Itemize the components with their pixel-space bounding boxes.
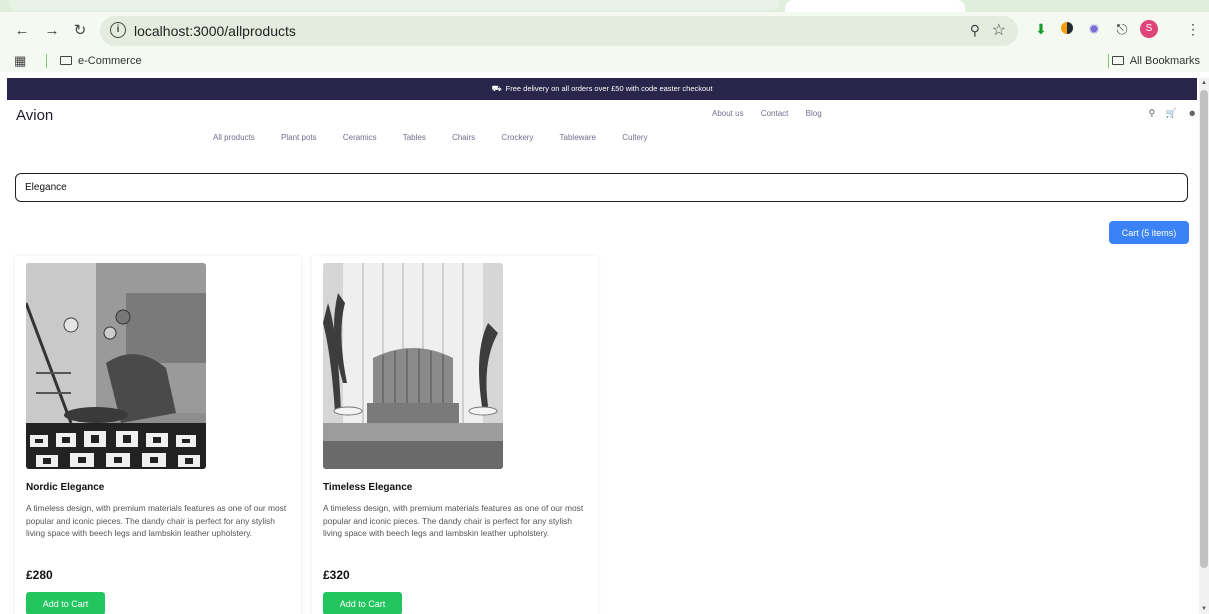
download-icon[interactable]: ⬇ [1033,21,1049,37]
cart-button[interactable]: Cart (5 items) [1109,221,1189,244]
back-icon[interactable]: ← [12,21,32,41]
zoom-icon[interactable]: ⚲ [970,22,980,39]
puzzle-icon[interactable]: ⎋ [1114,21,1130,37]
category-chairs[interactable]: Chairs [452,133,475,142]
product-image[interactable] [323,263,503,469]
nav-contact[interactable]: Contact [761,109,789,118]
folder-icon [60,56,72,65]
promo-text: Free delivery on all orders over £50 wit… [505,84,713,93]
scrollbar-thumb[interactable] [1200,90,1208,568]
extension-icon[interactable] [1059,21,1075,37]
nav-blog[interactable]: Blog [806,109,822,118]
truck-icon: ⛟ [491,84,502,93]
divider [46,54,47,68]
bookmark-label: e-Commerce [78,55,142,67]
tab-inactive[interactable] [8,0,780,10]
product-card: Nordic Elegance A timeless design, with … [15,256,301,614]
menu-icon[interactable]: ⋮ [1185,21,1201,37]
tab-active[interactable] [785,0,965,12]
product-name[interactable]: Timeless Elegance [323,482,412,493]
divider [1108,54,1109,68]
forward-icon[interactable]: → [42,21,62,41]
scroll-down-icon[interactable]: ▼ [1201,606,1207,612]
reload-icon[interactable]: ↻ [70,21,90,41]
header-icons: ⚲ 🛒 ☻ [1141,108,1197,119]
bookmark-label: All Bookmarks [1129,55,1200,67]
category-nav: All products Plant pots Ceramics Tables … [213,133,672,142]
brand-logo[interactable]: Avion [16,107,53,124]
apps-icon[interactable]: ▦ [14,53,26,69]
bookmark-all[interactable]: All Bookmarks [1111,55,1200,67]
avatar[interactable]: S [1140,20,1158,38]
category-cultery[interactable]: Cultery [622,133,647,142]
scrollbar[interactable]: ▲ ▼ [1199,78,1209,614]
extension-icon[interactable]: ✹ [1086,21,1102,37]
category-ceramics[interactable]: Ceramics [343,133,377,142]
product-name[interactable]: Nordic Elegance [26,482,104,493]
browser-toolbar: ← → ↻ i localhost:3000/allproducts ⚲ ☆ [0,12,1209,50]
product-card: Timeless Elegance A timeless design, wit… [312,256,598,614]
product-image[interactable] [26,263,206,469]
product-price: £280 [26,568,53,582]
nav-about[interactable]: About us [712,109,744,118]
bookmarks-bar: ▦ e-Commerce All Bookmarks [0,50,1209,72]
category-tables[interactable]: Tables [403,133,426,142]
folder-icon [1111,56,1124,65]
promo-banner: ⛟ Free delivery on all orders over £50 wi… [7,78,1197,100]
star-icon[interactable]: ☆ [992,20,1006,40]
top-nav: About us Contact Blog [712,109,837,118]
add-to-cart-button[interactable]: Add to Cart [323,592,402,614]
scroll-up-icon[interactable]: ▲ [1201,80,1207,86]
cart-icon[interactable]: 🛒 [1166,108,1177,118]
user-icon[interactable]: ☻ [1188,108,1197,118]
category-tableware[interactable]: Tableware [560,133,596,142]
category-crockery[interactable]: Crockery [501,133,533,142]
add-to-cart-button[interactable]: Add to Cart [26,592,105,614]
product-description: A timeless design, with premium material… [26,503,287,539]
search-input[interactable] [15,173,1188,202]
product-price: £320 [323,568,350,582]
url-text[interactable]: localhost:3000/allproducts [134,23,296,39]
tab-strip [0,0,1209,12]
info-icon[interactable]: i [110,22,126,38]
category-plant-pots[interactable]: Plant pots [281,133,317,142]
product-description: A timeless design, with premium material… [323,503,584,539]
bookmark-ecommerce[interactable]: e-Commerce [60,55,142,67]
search-icon[interactable]: ⚲ [1149,108,1156,118]
page-viewport: ⛟ Free delivery on all orders over £50 wi… [7,78,1197,614]
category-all-products[interactable]: All products [213,133,255,142]
address-bar[interactable]: i localhost:3000/allproducts ⚲ ☆ [100,16,1018,46]
